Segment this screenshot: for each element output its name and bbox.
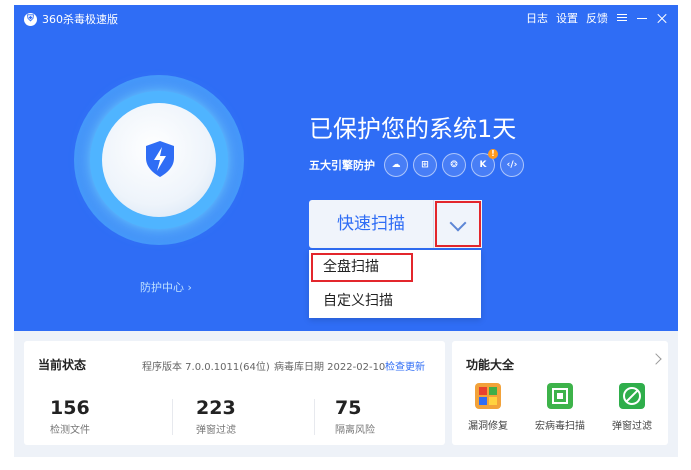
close-icon[interactable]	[656, 11, 668, 25]
app-title: 360杀毒极速版	[42, 13, 118, 26]
chevron-right-icon[interactable]	[650, 353, 662, 365]
stat-value: 223	[196, 397, 236, 419]
stat-label: 弹窗过滤	[196, 425, 236, 436]
quick-scan-button[interactable]: 快速扫描	[309, 200, 433, 248]
stat-scanned-files: 156 检测文件	[50, 397, 90, 436]
scan-options-menu: 全盘扫描 自定义扫描	[309, 250, 481, 318]
popup-filter-icon	[619, 383, 645, 409]
func-label: 漏洞修复	[468, 421, 508, 432]
windows-engine-icon[interactable]: ⊞	[413, 153, 437, 177]
custom-scan-option[interactable]: 自定义扫描	[309, 284, 481, 318]
stat-value: 75	[335, 397, 362, 419]
log-button[interactable]: 日志	[526, 10, 548, 26]
stat-label: 检测文件	[50, 425, 90, 436]
status-title: 当前状态	[38, 358, 87, 372]
func-label: 弹窗过滤	[612, 421, 652, 432]
func-macro-virus-scan[interactable]: 宏病毒扫描	[528, 383, 592, 432]
brand: ⛨ 360杀毒极速版	[24, 11, 118, 27]
functions-title: 功能大全	[466, 358, 515, 372]
stat-value: 156	[50, 397, 90, 419]
settings-button[interactable]: 设置	[556, 10, 578, 26]
chevron-down-icon	[449, 214, 467, 232]
engine-row: 五大引擎防护 ☁ ⊞ ❂ K ! ‹/›	[309, 149, 524, 177]
protection-status-title: 已保护您的系统1天	[309, 115, 517, 143]
func-popup-filter[interactable]: 弹窗过滤	[600, 383, 664, 432]
status-card: 当前状态 程序版本 7.0.0.1011(64位) 病毒库日期 2022-02-…	[24, 341, 445, 445]
app-logo-icon: ⛨	[24, 12, 37, 26]
shield-lightning-icon	[146, 141, 174, 177]
functions-card: 功能大全 漏洞修复 宏病毒扫描 弹窗过滤	[452, 341, 668, 445]
orb-core	[102, 103, 216, 217]
virus-db-date: 病毒库日期 2022-02-10	[274, 362, 386, 373]
macro-virus-scan-icon	[547, 383, 573, 409]
protection-center-link[interactable]: 防护中心 ›	[140, 279, 192, 295]
antivirus-window: ⛨ 360杀毒极速版 日志 设置 反馈 防护中心 › 已保护您的系统1天 五大引…	[14, 5, 678, 457]
protection-orb[interactable]	[74, 75, 244, 245]
titlebar-actions: 日志 设置 反馈	[526, 10, 668, 26]
check-update-link[interactable]: 检查更新	[385, 358, 425, 373]
stat-quarantined-risks: 75 隔离风险	[335, 397, 375, 436]
warning-badge: !	[488, 149, 498, 159]
stat-divider	[172, 399, 173, 435]
brain-engine-icon[interactable]: ❂	[442, 153, 466, 177]
func-patch-fix[interactable]: 漏洞修复	[456, 383, 520, 432]
hero-panel: ⛨ 360杀毒极速版 日志 设置 反馈 防护中心 › 已保护您的系统1天 五大引…	[14, 5, 678, 331]
feedback-button[interactable]: 反馈	[586, 10, 608, 26]
k-engine-glyph: K	[479, 160, 487, 170]
func-label: 宏病毒扫描	[535, 421, 585, 432]
code-engine-icon[interactable]: ‹/›	[500, 153, 524, 177]
minimize-icon[interactable]	[636, 11, 648, 25]
k-engine-icon[interactable]: K !	[471, 149, 498, 177]
patch-fix-icon	[475, 383, 501, 409]
program-version: 程序版本 7.0.0.1011(64位)	[142, 362, 270, 373]
full-scan-option[interactable]: 全盘扫描	[309, 250, 481, 284]
titlebar: ⛨ 360杀毒极速版 日志 设置 反馈	[14, 5, 678, 31]
scan-options-toggle[interactable]	[433, 200, 482, 248]
stat-label: 隔离风险	[335, 425, 375, 436]
cloud-engine-icon[interactable]: ☁	[384, 153, 408, 177]
engines-label: 五大引擎防护	[309, 159, 375, 172]
stat-popup-filtered: 223 弹窗过滤	[196, 397, 236, 436]
stat-divider	[314, 399, 315, 435]
menu-icon[interactable]	[616, 11, 628, 25]
